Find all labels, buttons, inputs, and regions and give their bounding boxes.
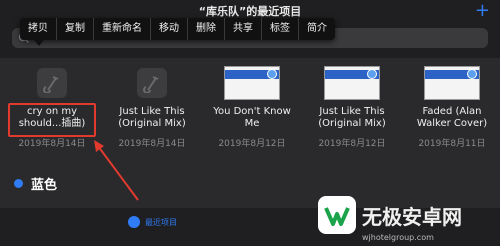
watermark-logo-icon bbox=[318, 196, 356, 234]
watermark-url: wjhotelgroup.com bbox=[362, 233, 434, 242]
watermark: 无极安卓网 bbox=[318, 196, 462, 234]
tag-color-icon bbox=[14, 179, 23, 188]
tag-label: 蓝色 bbox=[31, 178, 58, 193]
watermark-text: 无极安卓网 bbox=[362, 204, 462, 229]
tab-recent[interactable]: 最近项目 bbox=[128, 216, 177, 228]
tab-label: 最近项目 bbox=[145, 217, 177, 227]
clock-icon bbox=[128, 216, 140, 228]
tag-row[interactable]: 蓝色 bbox=[14, 174, 57, 193]
